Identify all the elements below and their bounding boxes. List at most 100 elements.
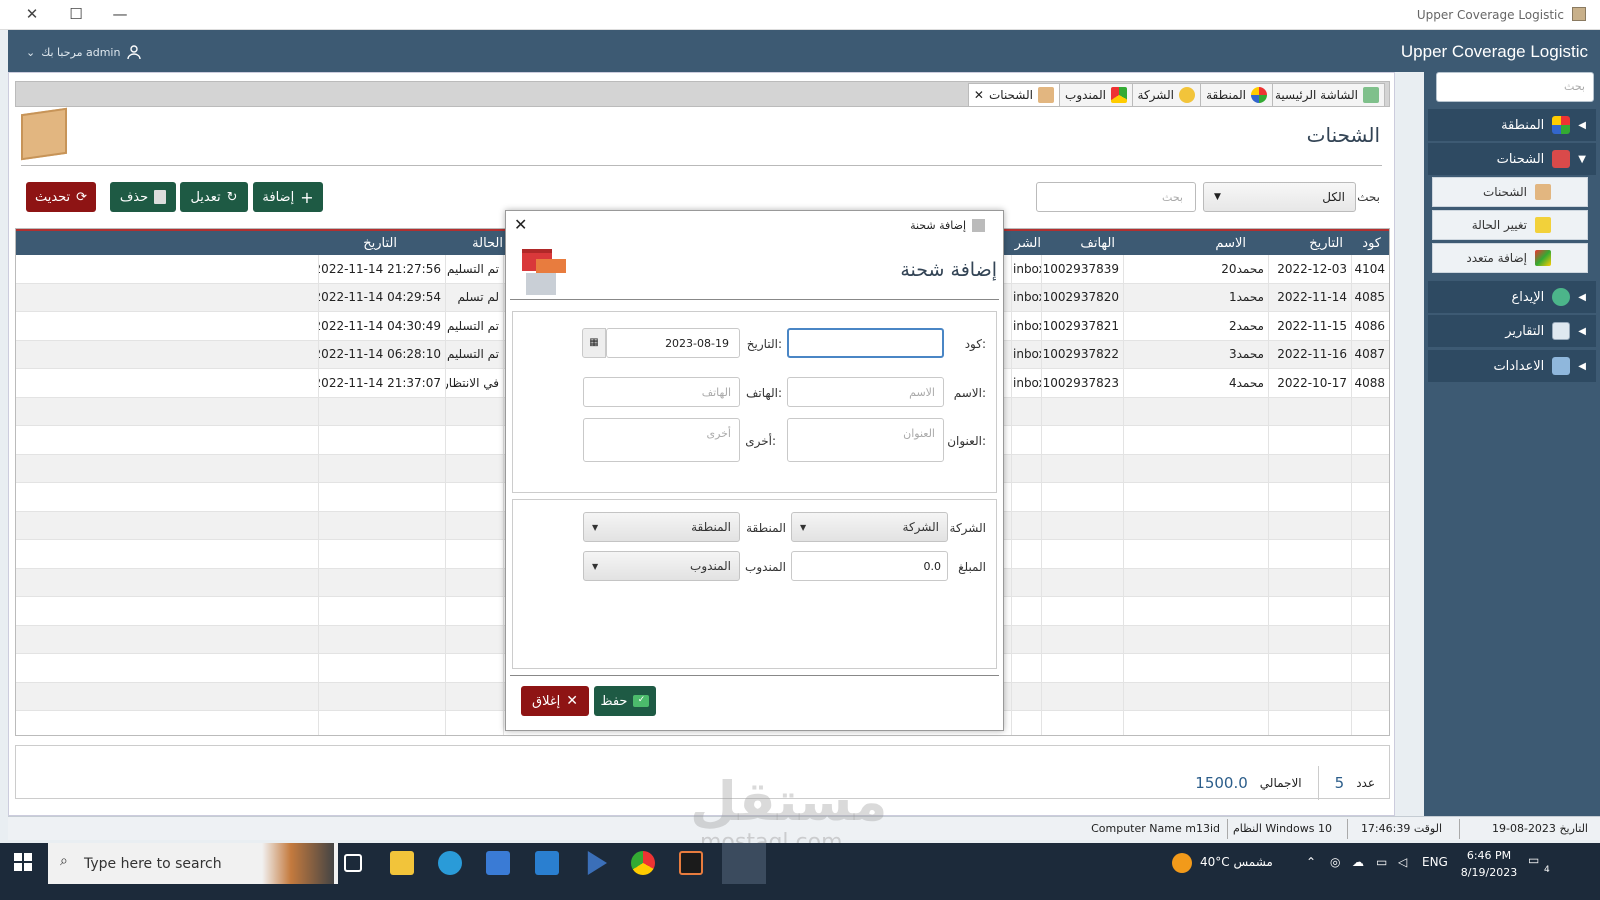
mail-icon[interactable] (535, 851, 559, 875)
sidebar-search-input[interactable]: بحث (1436, 72, 1594, 102)
filter-select[interactable]: الكل ▼ (1203, 182, 1356, 212)
tab-region[interactable]: المنطقة (1200, 83, 1273, 107)
tab-agent[interactable]: المندوب (1059, 83, 1133, 107)
sidebar-item-label: التقارير (1505, 323, 1545, 339)
close-dialog-button[interactable]: إغلاق ✕ (521, 686, 589, 716)
chevron-down-icon: ⌄ (26, 45, 36, 59)
camera-icon[interactable]: ◎ (1330, 855, 1340, 869)
sidebar-item-settings[interactable]: ◀ الاعدادات (1428, 350, 1596, 382)
column-header[interactable]: التاريخ (1268, 231, 1351, 255)
chrome-icon[interactable] (631, 851, 655, 875)
status-computer-value: m13id (1185, 822, 1220, 835)
sidebar-item-region[interactable]: ◀ المنطقة (1428, 109, 1596, 141)
table-cell (1268, 426, 1351, 454)
phone-input[interactable]: الهاتف (583, 377, 740, 407)
table-cell: لم تسلم (445, 283, 503, 311)
task-view-icon[interactable] (344, 854, 362, 872)
ide-icon[interactable] (679, 851, 703, 875)
sidebar-item-shipments[interactable]: ▼ الشحنات (1428, 143, 1596, 175)
tab-company[interactable]: الشركة (1131, 83, 1201, 107)
table-cell: 2022-10-17 (1268, 369, 1351, 397)
sidebar-subitem-shipments[interactable]: الشحنات (1432, 177, 1588, 207)
table-cell (1011, 568, 1041, 596)
save-button[interactable]: حفظ ✓ (594, 686, 656, 716)
app-window: ✕ ☐ — Upper Coverage Logistic Upper Cove… (0, 0, 1600, 860)
user-menu[interactable]: ⌄ مرحبا بك admin (26, 44, 142, 60)
column-header[interactable]: كود (1351, 231, 1389, 255)
cloud-icon[interactable]: ☁ (1352, 855, 1364, 869)
table-cell (318, 711, 445, 735)
network-icon[interactable]: ▭ (1376, 855, 1387, 869)
table-cell (1123, 540, 1268, 568)
file-explorer-icon[interactable] (390, 851, 414, 875)
plus-icon: + (300, 187, 314, 207)
edge-icon[interactable] (438, 851, 462, 875)
media-icon[interactable] (587, 851, 607, 875)
column-header[interactable]: التاريخ (318, 231, 445, 255)
table-cell (1351, 397, 1389, 425)
calendar-icon[interactable]: ▦ (582, 328, 606, 358)
column-header[interactable]: الشر (1011, 231, 1041, 255)
close-window-button[interactable]: ✕ (22, 5, 42, 25)
date-input[interactable]: 2023-08-19 (606, 328, 740, 358)
table-cell (16, 569, 318, 597)
column-header[interactable]: الهاتف (1041, 231, 1123, 255)
table-cell (16, 255, 318, 283)
containers-icon (516, 243, 568, 295)
add-button[interactable]: إضافة + (253, 182, 323, 212)
refresh-label: تحديث (34, 189, 71, 205)
table-cell (318, 682, 445, 710)
weather-sun-icon (1172, 853, 1192, 873)
column-header[interactable]: الاسم (1123, 231, 1268, 255)
name-input[interactable]: الاسم (787, 377, 944, 407)
minimize-window-button[interactable]: — (110, 5, 130, 25)
store-icon[interactable] (486, 851, 510, 875)
table-cell (1011, 540, 1041, 568)
status-time-label: الوقت (1413, 822, 1442, 835)
sidebar-item-deposit[interactable]: ◀ الإيداع (1428, 281, 1596, 313)
sidebar-item-reports[interactable]: ◀ التقارير (1428, 315, 1596, 347)
close-icon[interactable]: ✕ (514, 215, 527, 234)
language-indicator[interactable]: ENG (1422, 855, 1448, 869)
table-cell (1041, 597, 1123, 625)
taskbar-clock[interactable]: 6:46 PM 8/19/2023 (1460, 847, 1518, 881)
add-shipment-dialog: ✕ إضافة شحنة إضافة شحنة كود: التاريخ: 20… (505, 210, 1004, 731)
close-tab-icon[interactable]: ✕ (974, 88, 984, 102)
agent-select[interactable]: المندوب ▼ (583, 551, 740, 581)
delete-button[interactable]: حذف (110, 182, 176, 212)
tray-chevron-icon[interactable]: ⌃ (1306, 855, 1316, 869)
sidebar-subitem-bulk-add[interactable]: إضافة متعدد (1432, 243, 1588, 273)
amount-input[interactable]: 0.0 (791, 551, 948, 581)
sidebar-subitem-change-status[interactable]: تغيير الحالة (1432, 210, 1588, 240)
volume-icon[interactable]: ◁ (1398, 855, 1407, 869)
table-cell: 4087 (1351, 340, 1389, 368)
table-cell (1123, 454, 1268, 482)
table-cell (16, 711, 318, 735)
search-input[interactable]: بحث (1036, 182, 1196, 212)
notification-icon[interactable]: ▭ (1528, 853, 1539, 867)
refresh-button[interactable]: تحديث ⟳ (26, 182, 96, 212)
table-cell: 1002937822 (1041, 340, 1123, 368)
maximize-window-button[interactable]: ☐ (66, 5, 86, 25)
other-input[interactable]: أخرى (583, 418, 740, 462)
table-cell: 1002937820 (1041, 283, 1123, 311)
table-cell (1041, 654, 1123, 682)
region-select[interactable]: المنطقة ▼ (583, 512, 740, 542)
arrow-icon: ◀ (1578, 360, 1586, 372)
code-input[interactable] (787, 328, 944, 358)
table-cell (16, 398, 318, 426)
taskbar: ⌕ Type here to search 40°C مشمس ⌃ ◎ ☁ ▭ … (0, 843, 1600, 900)
windows-start-icon[interactable] (14, 853, 32, 871)
close-label: إغلاق (532, 693, 561, 709)
table-cell: inbox (1011, 340, 1041, 368)
save-label: حفظ (600, 693, 628, 709)
company-select[interactable]: الشركة ▼ (791, 512, 948, 542)
edit-button[interactable]: تعديل ↻ (180, 182, 248, 212)
table-cell: 2022-11-15 (1268, 312, 1351, 340)
column-header[interactable]: الحالة (445, 231, 503, 255)
tab-home[interactable]: الشاشة الرئيسية (1269, 83, 1385, 107)
address-input[interactable]: العنوان (787, 418, 944, 462)
app-taskbar-button[interactable] (722, 843, 766, 884)
tab-shipments[interactable]: الشحنات ✕ (967, 83, 1060, 107)
taskbar-time: 6:46 PM (1466, 849, 1512, 862)
